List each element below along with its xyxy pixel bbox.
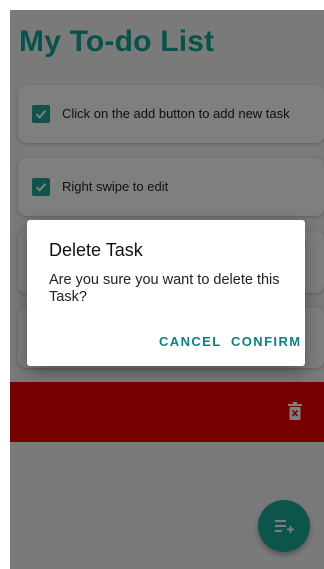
confirm-button[interactable]: CONFIRM: [231, 334, 301, 349]
cancel-button[interactable]: CANCEL: [159, 334, 222, 349]
screen: My To-do List Click on the add button to…: [0, 0, 324, 569]
app-page: My To-do List Click on the add button to…: [10, 10, 324, 569]
delete-dialog: Delete Task Are you sure you want to del…: [27, 220, 305, 366]
dialog-title: Delete Task: [49, 240, 143, 260]
dialog-message: Are you sure you want to delete this Tas…: [49, 272, 280, 305]
